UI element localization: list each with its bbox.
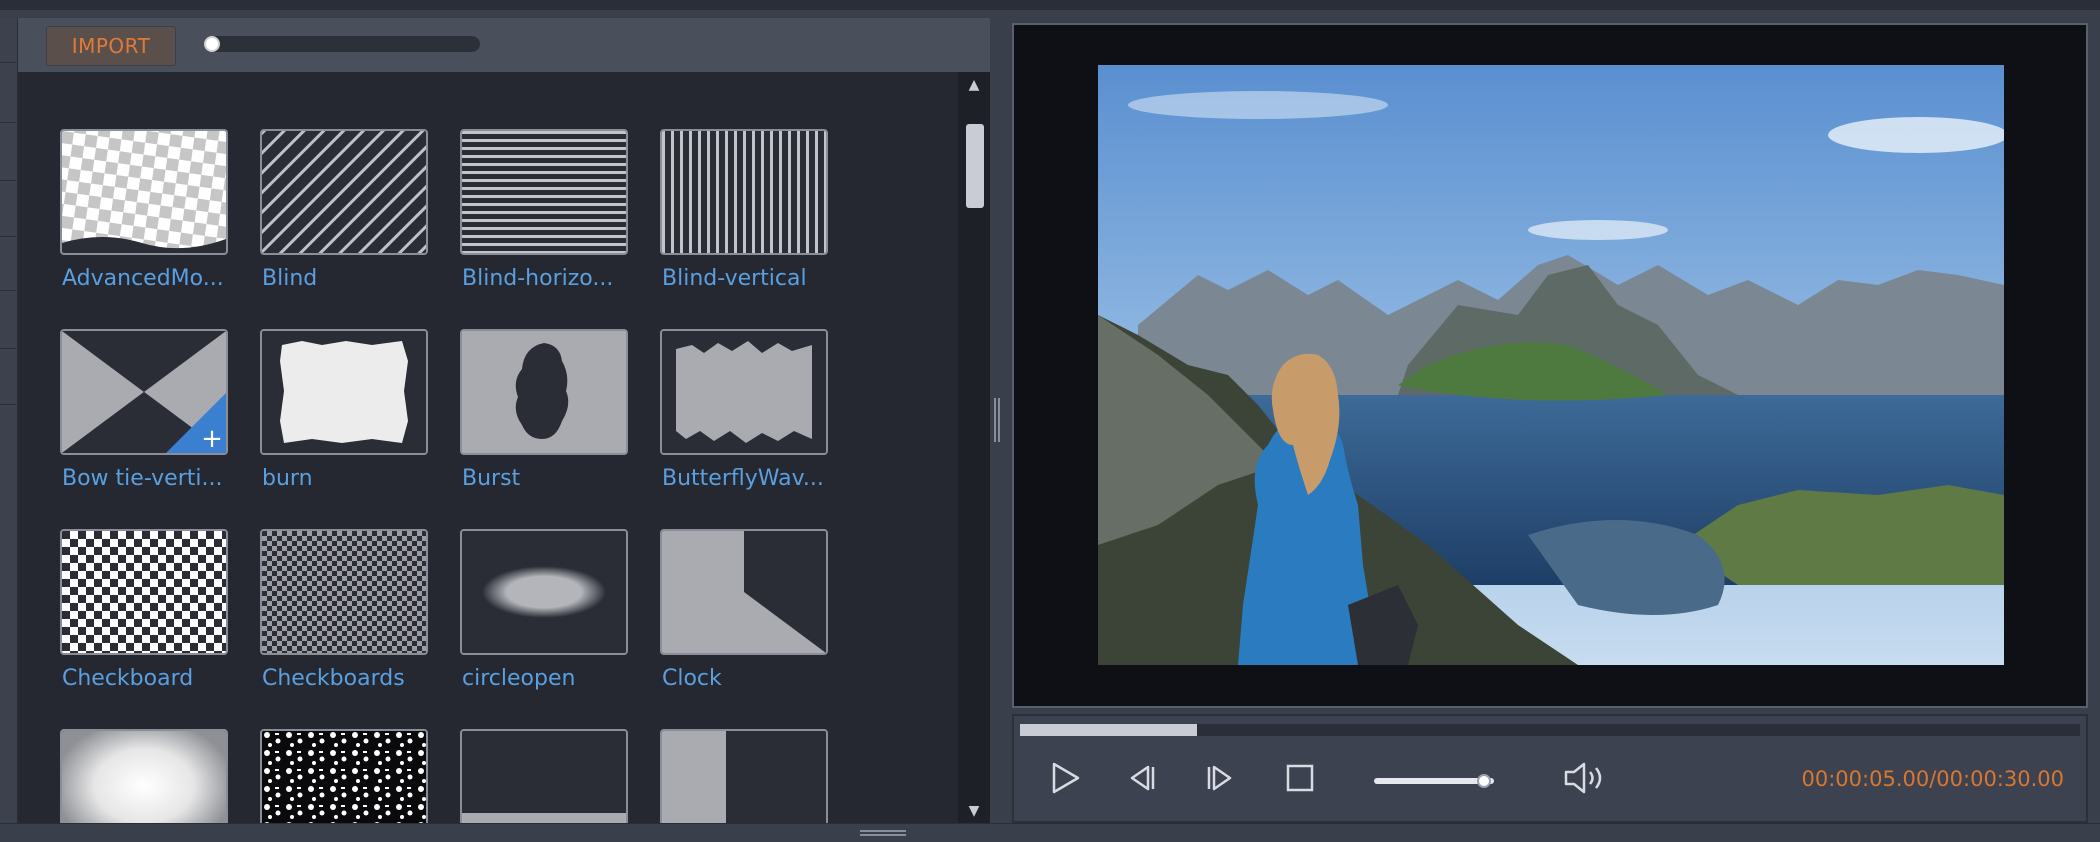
playback-controls: 00:00:05.00/00:00:30.00 [1012,714,2088,823]
library-scrollbar[interactable]: ▲ ▼ [958,72,990,823]
next-frame-icon[interactable] [1200,758,1240,798]
blind-vertical-thumb [660,129,828,255]
checkboards-thumb [260,529,428,655]
transition-library-panel: IMPORT AdvancedMo... Blind Blind-horizo.… [18,18,990,823]
seek-progress [1020,724,1197,736]
top-frame-bar [0,0,2100,10]
left-dock-strip[interactable] [0,18,18,823]
burn-thumb [260,329,428,455]
transition-label: circleopen [462,666,576,691]
burst-thumb [460,329,628,455]
wipe-right-thumb [660,729,828,823]
scroll-down-icon[interactable]: ▼ [966,804,982,818]
add-badge-icon: + [201,424,223,453]
play-icon[interactable] [1044,758,1084,798]
cloud-thumb [60,729,228,823]
butterfly-wave-thumb [660,329,828,455]
blind-thumb [260,129,428,255]
wipe-up-thumb [460,729,628,823]
transition-label: Bow tie-verti... [62,466,223,491]
advanced-mosaic-thumb [60,129,228,255]
scroll-up-icon[interactable]: ▲ [966,78,982,92]
transition-label: AdvancedMo... [62,266,224,291]
transition-label: Blind-vertical [662,266,807,291]
transition-label: Checkboard [62,666,194,691]
volume-slider-knob[interactable] [1477,774,1492,788]
preview-panel: 00:00:05.00/00:00:30.00 [1004,18,2100,823]
timecode-display: 00:00:05.00/00:00:30.00 [1801,767,2065,791]
import-button[interactable]: IMPORT [46,26,176,66]
volume-icon[interactable] [1560,758,1612,798]
transition-label: burn [262,466,313,491]
scrollbar-thumb[interactable] [966,124,984,208]
volume-slider[interactable] [1374,778,1494,784]
checkboard-thumb [60,529,228,655]
bottom-splitter[interactable] [0,823,2100,842]
transition-grid: AdvancedMo... Blind Blind-horizo... Blin… [18,72,958,823]
circleopen-thumb [460,529,628,655]
bottom-splitter-grip-icon[interactable] [860,830,906,836]
prev-frame-icon[interactable] [1122,758,1162,798]
transition-label: Clock [662,666,722,691]
blind-horizontal-thumb [460,129,628,255]
transition-label: Blind-horizo... [462,266,614,291]
transition-label: Blind [262,266,318,291]
transition-label: ButterflyWav... [662,466,824,491]
transition-label: Checkboards [262,666,405,691]
bow-tie-vertical-thumb: + [60,329,228,455]
preview-screen[interactable] [1012,23,2088,708]
stop-icon[interactable] [1280,758,1320,798]
thumbnail-size-slider[interactable] [208,36,480,52]
noise-thumb [260,729,428,823]
clock-thumb [660,529,828,655]
library-toolbar: IMPORT [18,18,990,72]
splitter-grip-icon[interactable] [994,398,1000,442]
video-frame [1098,65,2004,665]
transition-label: Burst [462,466,521,491]
seek-bar[interactable] [1020,724,2080,736]
thumbnail-size-slider-knob[interactable] [204,36,220,52]
panel-splitter[interactable] [990,18,1004,823]
